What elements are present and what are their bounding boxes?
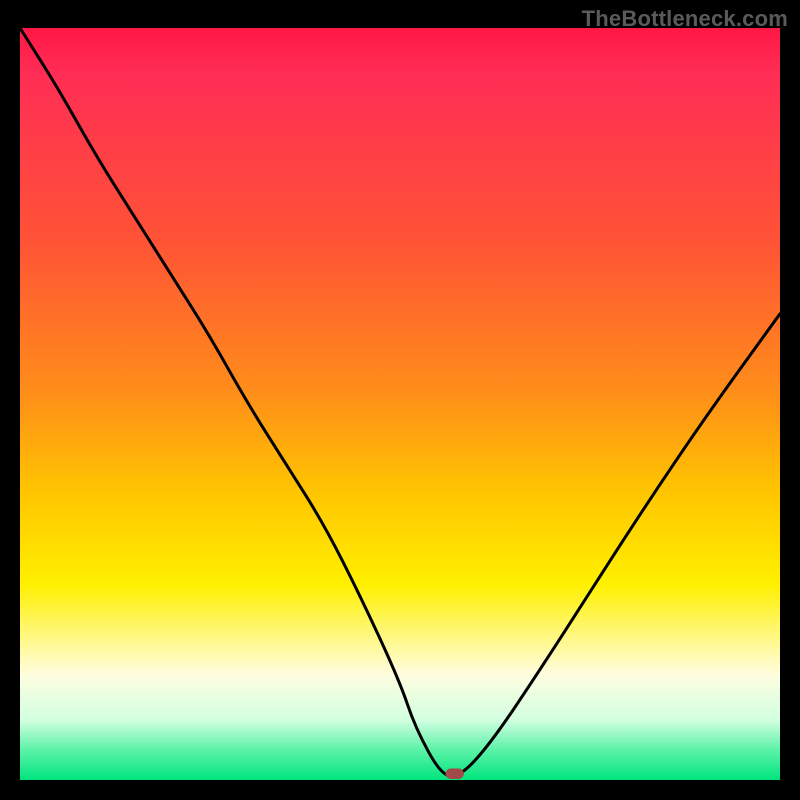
chart-svg: [20, 28, 780, 780]
curve-path: [20, 28, 780, 776]
chart-container: TheBottleneck.com: [0, 0, 800, 800]
plot-area: [20, 28, 780, 780]
minimum-marker: [446, 769, 464, 779]
watermark-text: TheBottleneck.com: [582, 6, 788, 32]
